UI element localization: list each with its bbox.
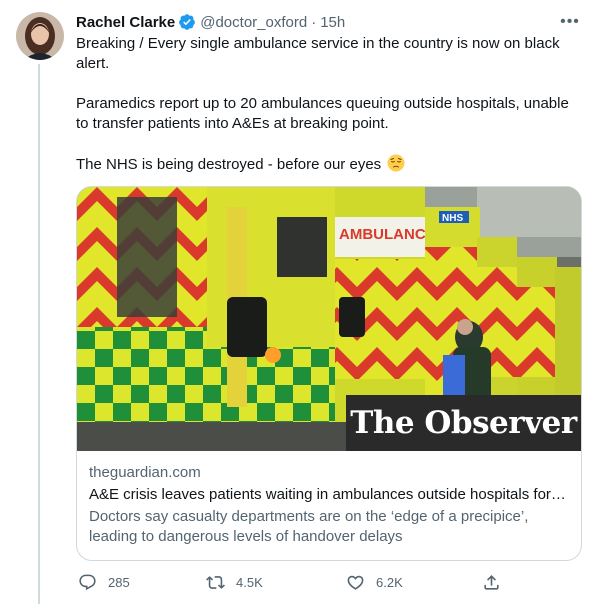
tweet-timestamp[interactable]: 15h bbox=[320, 14, 345, 31]
author-name[interactable]: Rachel Clarke bbox=[76, 14, 175, 31]
verified-badge-icon bbox=[178, 13, 196, 31]
retweet-button[interactable]: 4.5K bbox=[206, 573, 263, 592]
card-domain: theguardian.com bbox=[89, 464, 201, 481]
tweet-paragraph: Breaking / Every single ambulance servic… bbox=[76, 35, 560, 72]
reply-count: 285 bbox=[108, 574, 130, 590]
tweet-actions: 285 4.5K 6.2K bbox=[76, 570, 506, 594]
thread-line bbox=[38, 64, 40, 604]
like-button[interactable]: 6.2K bbox=[346, 573, 403, 592]
more-options-icon[interactable]: ••• bbox=[558, 10, 582, 34]
avatar[interactable] bbox=[16, 12, 64, 60]
share-icon bbox=[484, 574, 499, 590]
publisher-logo-overlay: The Observer bbox=[346, 395, 581, 451]
card-image[interactable]: AMBULANCE NHS The Observer bbox=[77, 187, 581, 451]
tweet-text: Breaking / Every single ambulance servic… bbox=[76, 34, 584, 175]
retweet-count: 4.5K bbox=[236, 574, 263, 590]
tweet-paragraph-text: The NHS is being destroyed - before our … bbox=[76, 156, 382, 173]
nhs-sign: NHS bbox=[442, 213, 463, 224]
card-body[interactable]: theguardian.com A&E crisis leaves patien… bbox=[77, 451, 581, 547]
share-button[interactable] bbox=[482, 573, 512, 592]
tweet-paragraph-last: The NHS is being destroyed - before our … bbox=[76, 154, 584, 175]
retweet-icon bbox=[206, 575, 225, 589]
card-description: Doctors say casualty departments are on … bbox=[89, 508, 529, 545]
header-separator: · bbox=[311, 13, 317, 31]
reply-button[interactable]: 285 bbox=[78, 573, 130, 592]
like-count: 6.2K bbox=[376, 574, 403, 590]
link-preview-card[interactable]: AMBULANCE NHS The Observer theguardian.c… bbox=[76, 186, 582, 561]
author-handle[interactable]: @doctor_oxford bbox=[200, 14, 307, 31]
tweet-header: Rachel Clarke @doctor_oxford · 15h ••• bbox=[76, 12, 582, 32]
ambulance-sign: AMBULANCE bbox=[339, 226, 436, 243]
heart-icon bbox=[347, 575, 364, 590]
reply-icon bbox=[79, 574, 96, 590]
card-title[interactable]: A&E crisis leaves patients waiting in am… bbox=[89, 485, 569, 505]
pensive-face-icon bbox=[387, 154, 405, 172]
tweet-paragraph: Paramedics report up to 20 ambulances qu… bbox=[76, 95, 569, 132]
publisher-logo-text: The Observer bbox=[350, 405, 577, 441]
